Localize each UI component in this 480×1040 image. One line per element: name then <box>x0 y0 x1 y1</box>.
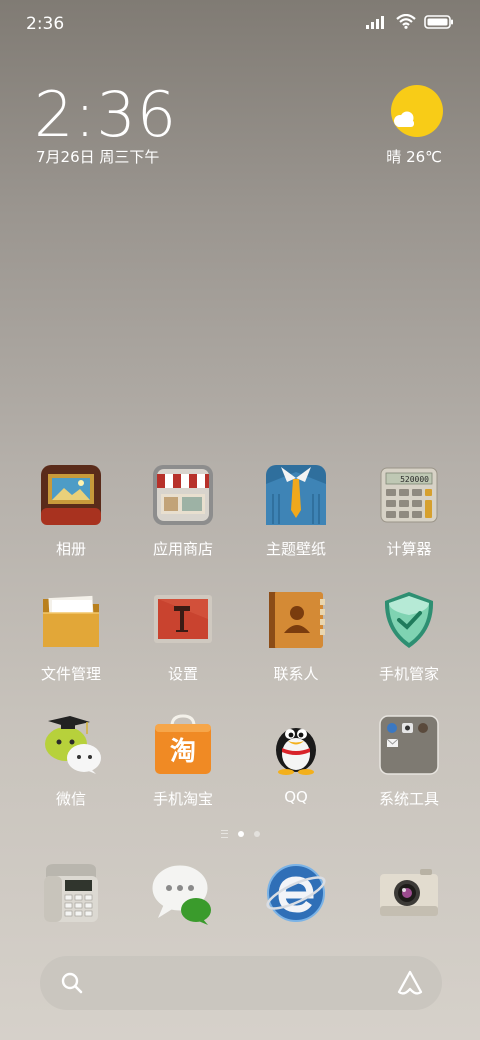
page-indicator[interactable] <box>0 830 480 838</box>
phone-icon <box>44 864 98 922</box>
taobao-icon: 淘 <box>155 714 211 774</box>
messages-icon <box>151 864 211 925</box>
app-label: 微信 <box>55 790 86 808</box>
camera-icon <box>380 869 438 916</box>
wechat-icon <box>45 716 101 774</box>
app-label: QQ <box>284 788 308 806</box>
qq-icon <box>276 728 316 775</box>
page-indicator-minus-one[interactable] <box>220 830 228 838</box>
app-security[interactable]: 手机管家 <box>353 589 465 684</box>
system-tools-folder-icon <box>379 715 439 775</box>
app-contacts[interactable]: 联系人 <box>240 589 352 684</box>
app-label: 应用商店 <box>152 540 213 558</box>
contacts-icon <box>269 592 325 648</box>
app-label: 文件管理 <box>40 665 101 683</box>
search-icon <box>61 972 83 994</box>
search-bar[interactable] <box>40 956 442 1010</box>
app-calculator[interactable]: 520000 计算器 <box>353 464 465 559</box>
app-themes[interactable]: 主题壁纸 <box>240 464 352 559</box>
app-label: 联系人 <box>273 665 319 683</box>
app-settings[interactable]: 设置 <box>127 589 239 684</box>
app-gallery[interactable]: 相册 <box>15 464 127 559</box>
app-wechat[interactable]: 微信 <box>15 714 127 809</box>
weather-text: 晴 26℃ <box>386 148 442 166</box>
app-label: 系统工具 <box>378 790 439 808</box>
app-label: 计算器 <box>386 540 432 558</box>
taobao-glyph: 淘 <box>170 737 196 767</box>
calculator-icon: 520000 <box>380 467 438 523</box>
app-label: 手机管家 <box>378 665 439 683</box>
page-indicator-dot-active[interactable] <box>237 831 244 837</box>
clock-widget-date: 7月26日 周三下午 <box>36 148 160 166</box>
gallery-icon <box>41 465 101 525</box>
security-icon <box>384 592 434 648</box>
app-qq[interactable]: QQ <box>240 714 352 806</box>
status-time: 2:36 <box>26 14 65 34</box>
app-file-manager[interactable]: 文件管理 <box>15 589 127 684</box>
sunny-icon[interactable] <box>390 84 444 138</box>
wifi-icon <box>396 14 416 29</box>
app-app-store[interactable]: 应用商店 <box>127 464 239 559</box>
assistant-icon[interactable] <box>396 969 424 997</box>
app-taobao[interactable]: 淘 手机淘宝 <box>127 714 239 809</box>
app-label: 手机淘宝 <box>152 790 213 808</box>
dock-camera[interactable] <box>353 860 465 930</box>
dock-phone[interactable] <box>15 860 127 930</box>
signal-icon <box>366 15 384 29</box>
themes-icon <box>266 465 326 525</box>
status-bar: 2:36 <box>0 0 480 50</box>
app-label: 相册 <box>55 540 86 558</box>
browser-icon <box>266 864 326 922</box>
battery-icon <box>424 14 453 29</box>
dock-messages[interactable] <box>127 860 239 930</box>
page-indicator-dot[interactable] <box>253 831 260 837</box>
file-manager-icon <box>43 595 99 647</box>
app-store-icon <box>153 465 213 525</box>
app-label: 设置 <box>167 665 198 683</box>
app-system-tools-folder[interactable]: 系统工具 <box>353 714 465 809</box>
status-icons <box>366 14 454 29</box>
dock-browser[interactable] <box>240 860 352 930</box>
calculator-display: 520000 <box>400 475 429 484</box>
app-label: 主题壁纸 <box>265 540 326 558</box>
clock-widget-time[interactable]: 2:36 <box>34 78 177 151</box>
settings-icon <box>154 595 212 643</box>
